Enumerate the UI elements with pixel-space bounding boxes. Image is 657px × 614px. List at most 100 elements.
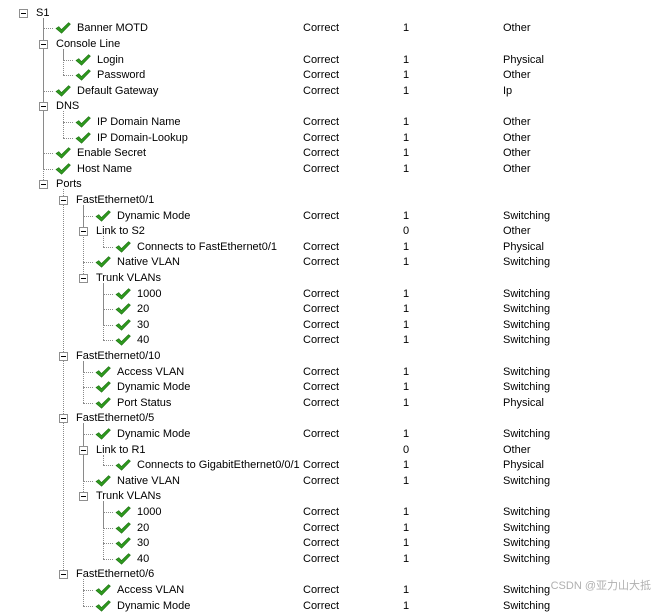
collapse-toggle-icon[interactable]: [39, 180, 48, 190]
tree-row[interactable]: Enable Secret Correct 1 Other: [0, 145, 657, 161]
tree-row[interactable]: S1: [0, 5, 657, 21]
collapse-toggle-icon[interactable]: [59, 196, 68, 205]
tree-row[interactable]: Host Name Correct 1 Other: [0, 161, 657, 177]
green-check-icon: [115, 506, 131, 518]
type-cell: Other: [503, 162, 531, 175]
tree-row[interactable]: Login Correct 1 Physical: [0, 52, 657, 68]
collapse-toggle-icon[interactable]: [79, 274, 88, 283]
points-cell: 1: [403, 287, 410, 300]
status-cell: Correct: [303, 474, 340, 487]
tree-row[interactable]: Connects to FastEthernet0/1 Correct 1 Physi…: [0, 239, 657, 255]
points-cell: 1: [403, 147, 410, 160]
points-cell: 1: [403, 474, 410, 487]
tree-row[interactable]: 30 Correct 1 Switching: [0, 317, 657, 333]
green-check-icon: [95, 474, 111, 487]
collapse-toggle-icon[interactable]: [39, 40, 48, 49]
tree-row[interactable]: 40 Correct 1 Switching: [0, 551, 657, 567]
type-cell: Switching: [503, 521, 551, 534]
tree-row[interactable]: FastEthernet0/10: [0, 348, 657, 364]
tree-row[interactable]: IP Domain Name Correct 1 Other: [0, 114, 657, 130]
tree-row[interactable]: Password Correct 1 Other: [0, 67, 657, 83]
tree-item-label: Dynamic Mode: [117, 599, 191, 612]
points-cell: 1: [403, 599, 410, 612]
type-cell: Ip: [503, 84, 513, 97]
type-cell: Switching: [503, 209, 551, 222]
points-cell: 1: [403, 53, 410, 66]
tree-item-label: IP Domain Name: [97, 116, 181, 128]
type-cell: Switching: [503, 318, 551, 331]
tree-row[interactable]: Banner MOTD Correct 1 Other: [0, 20, 657, 36]
tree-row[interactable]: DNS: [0, 98, 657, 114]
tree-row[interactable]: Native VLAN Correct 1 Switching: [0, 254, 657, 270]
tree-item-label: Trunk VLANs: [96, 490, 162, 503]
tree-row[interactable]: 20 Correct 1 Switching: [0, 301, 657, 317]
type-cell: Other: [503, 225, 531, 238]
tree-item-label: Banner MOTD: [77, 22, 148, 35]
points-cell: 1: [403, 240, 410, 253]
collapse-toggle-icon[interactable]: [59, 570, 68, 580]
tree-item-label: Port Status: [117, 396, 172, 409]
green-check-icon: [115, 334, 131, 346]
tree-row[interactable]: Access VLAN Correct 1 Switching: [0, 364, 657, 380]
tree-item-label: Host Name: [77, 162, 133, 175]
green-check-icon: [95, 428, 111, 440]
tree-row[interactable]: 1000 Correct 1 Switching: [0, 504, 657, 520]
tree-row[interactable]: Dynamic Mode Correct 1 Switching: [0, 426, 657, 442]
type-cell: Physical: [503, 459, 544, 472]
type-cell: Switching: [503, 256, 551, 269]
tree-row[interactable]: FastEthernet0/5: [0, 410, 657, 426]
tree-row[interactable]: Dynamic Mode Correct 1 Switching: [0, 598, 657, 614]
green-check-icon: [115, 303, 131, 315]
tree-item-label: 1000: [137, 506, 162, 518]
collapse-toggle-icon[interactable]: [59, 352, 68, 361]
green-check-icon: [75, 53, 91, 66]
collapse-toggle-icon[interactable]: [79, 227, 88, 237]
points-cell: 0: [403, 443, 410, 456]
type-cell: Other: [503, 147, 531, 160]
tree-row[interactable]: Connects to GigabitEthernet0/0/1 Correct 1…: [0, 457, 657, 473]
tree-row[interactable]: Ports: [0, 176, 657, 192]
tree-item-label: DNS: [56, 100, 80, 113]
tree-row[interactable]: Port Status Correct 1 Physical: [0, 395, 657, 411]
collapse-toggle-icon[interactable]: [79, 445, 88, 455]
collapse-toggle-icon[interactable]: [79, 492, 88, 502]
tree-row[interactable]: Dynamic Mode Correct 1 Switching: [0, 379, 657, 395]
tree-row[interactable]: Link to S2 0 Other: [0, 223, 657, 239]
tree-item-label: 20: [137, 521, 150, 534]
tree-row[interactable]: Dynamic Mode Correct 1 Switching: [0, 208, 657, 224]
collapse-toggle-icon[interactable]: [59, 414, 68, 424]
tree-row[interactable]: 40 Correct 1 Switching: [0, 332, 657, 348]
tree-row[interactable]: Native VLAN Correct 1 Switching: [0, 473, 657, 489]
tree-row[interactable]: IP Domain-Lookup Correct 1 Other: [0, 130, 657, 146]
tree-item-label: Dynamic Mode: [117, 209, 191, 222]
tree-row[interactable]: Trunk VLANs: [0, 488, 657, 504]
green-check-icon: [115, 537, 131, 549]
tree-item-label: Connects to GigabitEthernet0/0/1: [137, 459, 300, 472]
type-cell: Other: [503, 69, 531, 82]
tree-row[interactable]: FastEthernet0/1: [0, 192, 657, 208]
tree-item-label: FastEthernet0/6: [76, 568, 155, 581]
status-cell: Correct: [303, 599, 340, 612]
collapse-toggle-icon[interactable]: [39, 102, 48, 112]
status-cell: Correct: [303, 256, 340, 269]
tree-row[interactable]: Trunk VLANs: [0, 270, 657, 286]
status-cell: Correct: [303, 396, 340, 409]
tree-row[interactable]: Link to R1 0 Other: [0, 442, 657, 458]
status-cell: Correct: [303, 22, 340, 35]
tree-item-label: FastEthernet0/1: [76, 194, 155, 206]
points-cell: 1: [403, 552, 410, 565]
tree-row[interactable]: Default Gateway Correct 1 Ip: [0, 83, 657, 99]
assessment-tree: S1 Banner MOTD Correct 1 Other Console Line Lo…: [0, 0, 657, 612]
type-cell: Switching: [503, 287, 551, 300]
tree-item-label: 20: [137, 303, 150, 316]
tree-row[interactable]: 20 Correct 1 Switching: [0, 520, 657, 536]
tree-row[interactable]: 30 Correct 1 Switching: [0, 535, 657, 551]
points-cell: 1: [403, 584, 410, 596]
green-check-icon: [115, 287, 131, 300]
collapse-toggle-icon[interactable]: [19, 8, 28, 18]
tree-row[interactable]: Console Line: [0, 36, 657, 52]
tree-row[interactable]: 1000 Correct 1 Switching: [0, 286, 657, 302]
tree-item-label: FastEthernet0/10: [76, 350, 161, 362]
points-cell: 1: [403, 303, 410, 316]
tree-item-label: Access VLAN: [117, 584, 185, 596]
